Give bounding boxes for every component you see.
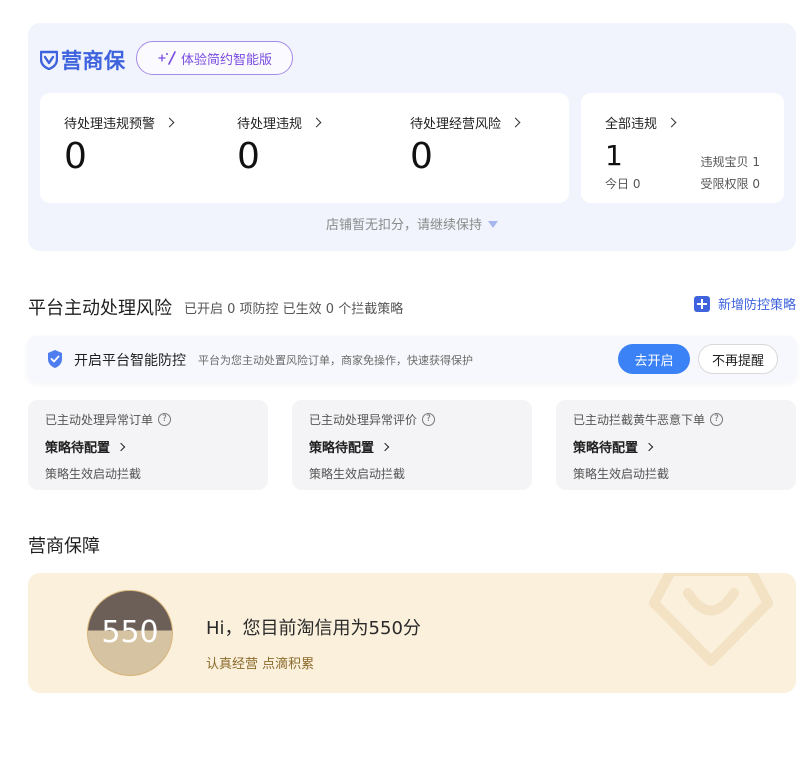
stat-value: 0 <box>64 136 87 177</box>
note-text: 店铺暂无扣分，请继续保持 <box>325 218 482 233</box>
credit-tip: 认真经营 点滴积累 <box>206 657 315 672</box>
shield-v-icon <box>40 50 58 70</box>
stat-value: 0 <box>410 136 433 177</box>
enable-protection-button[interactable]: 去开启 <box>618 344 690 374</box>
trial-label: 体验简约智能版 <box>180 52 272 68</box>
triangle-down-icon <box>488 221 498 228</box>
card-description: 策略生效启动拦截 <box>573 467 670 481</box>
card-title: 已主动处理异常评价 <box>309 413 418 427</box>
stat-label: 待处理经营风险 <box>410 117 502 132</box>
stat-value: 0 <box>237 136 260 177</box>
plus-square-icon <box>693 295 710 312</box>
magic-wand-icon <box>158 51 176 65</box>
configure-strategy-link[interactable]: 策略待配置 <box>573 437 654 456</box>
dismiss-reminder-button[interactable]: 不再提醒 <box>698 344 778 374</box>
shield-check-icon <box>48 350 62 368</box>
chevron-right-icon <box>666 117 677 128</box>
brand-name: 营商保 <box>61 49 126 73</box>
chevron-right-icon <box>380 442 390 451</box>
today-count: 今日 0 <box>605 177 641 191</box>
protection-description: 平台为您主动处置风险订单，商家免操作，快速获得保护 <box>198 354 473 367</box>
brand-logo: 营商保 <box>40 45 126 75</box>
all-violations-label: 全部违规 <box>605 117 658 132</box>
stat-label: 待处理违规预警 <box>64 117 156 132</box>
stat-label: 待处理违规 <box>237 117 303 132</box>
stat-pending-violations[interactable]: 待处理违规 0 <box>237 113 322 178</box>
smile-badge-watermark-icon <box>649 573 773 666</box>
credit-score-value: 550 <box>101 615 159 650</box>
add-strategy-label: 新增防控策略 <box>717 298 796 313</box>
question-circle-icon[interactable]: ? <box>422 413 436 426</box>
question-circle-icon[interactable]: ? <box>158 413 172 426</box>
section-subtitle: 已开启 0 项防控 已生效 0 个拦截策略 <box>184 302 404 317</box>
all-violations-card[interactable]: 全部违规 1 今日 0 违规宝贝 1 受限权限 0 <box>581 93 784 203</box>
pending-stats-card: 待处理违规预警 0 待处理违规 0 待处理经营风险 0 <box>40 93 569 203</box>
all-violations-link[interactable]: 全部违规 <box>605 113 677 132</box>
card-title: 已主动处理异常订单 <box>45 413 154 427</box>
chevron-right-icon <box>311 117 322 128</box>
status-text: 策略待配置 <box>573 441 639 456</box>
status-text: 策略待配置 <box>45 441 111 456</box>
configure-strategy-link[interactable]: 策略待配置 <box>309 437 390 456</box>
chevron-right-icon <box>116 442 126 451</box>
overview-panel: 营商保 体验简约智能版 待处理违规预警 0 待处理违规 0 待处理经营风险 0 … <box>28 23 796 251</box>
section-title: 平台主动处理风险 <box>28 298 172 319</box>
item-violation-count: 违规宝贝 1 <box>700 155 760 169</box>
status-text: 策略待配置 <box>309 441 375 456</box>
chevron-right-icon <box>510 117 521 128</box>
stat-pending-warnings[interactable]: 待处理违规预警 0 <box>64 113 175 178</box>
guarantee-section-title: 营商保障 <box>28 536 100 557</box>
smart-protection-banner: 开启平台智能防控 平台为您主动处置风险订单，商家免操作，快速获得保护 去开启 不… <box>28 336 796 382</box>
risk-section-header: 平台主动处理风险 已开启 0 项防控 已生效 0 个拦截策略 新增防控策略 <box>28 294 796 319</box>
credit-score-card: 550 Hi，您目前淘信用为550分 认真经营 点滴积累 <box>28 573 796 693</box>
restricted-permission-count: 受限权限 0 <box>700 177 760 191</box>
configure-strategy-link[interactable]: 策略待配置 <box>45 437 126 456</box>
scalper-intercept-card: 已主动拦截黄牛恶意下单? 策略待配置 策略生效启动拦截 <box>556 400 796 490</box>
question-circle-icon[interactable]: ? <box>710 413 724 426</box>
chevron-right-icon <box>644 442 654 451</box>
abnormal-order-card: 已主动处理异常订单? 策略待配置 策略生效启动拦截 <box>28 400 268 490</box>
all-violations-value: 1 <box>605 139 623 172</box>
protection-title: 开启平台智能防控 <box>74 353 186 369</box>
credit-score-badge: 550 <box>87 590 173 676</box>
card-description: 策略生效启动拦截 <box>45 467 142 481</box>
card-title: 已主动拦截黄牛恶意下单 <box>573 413 706 427</box>
chevron-right-icon <box>164 117 175 128</box>
add-strategy-button[interactable]: 新增防控策略 <box>693 294 796 313</box>
abnormal-review-card: 已主动处理异常评价? 策略待配置 策略生效启动拦截 <box>292 400 532 490</box>
trial-smart-version-button[interactable]: 体验简约智能版 <box>136 41 293 75</box>
credit-greeting: Hi，您目前淘信用为550分 <box>206 618 421 639</box>
stat-pending-business-risk[interactable]: 待处理经营风险 0 <box>410 113 521 178</box>
no-deduction-note[interactable]: 店铺暂无扣分，请继续保持 <box>28 214 796 233</box>
card-description: 策略生效启动拦截 <box>309 467 406 481</box>
